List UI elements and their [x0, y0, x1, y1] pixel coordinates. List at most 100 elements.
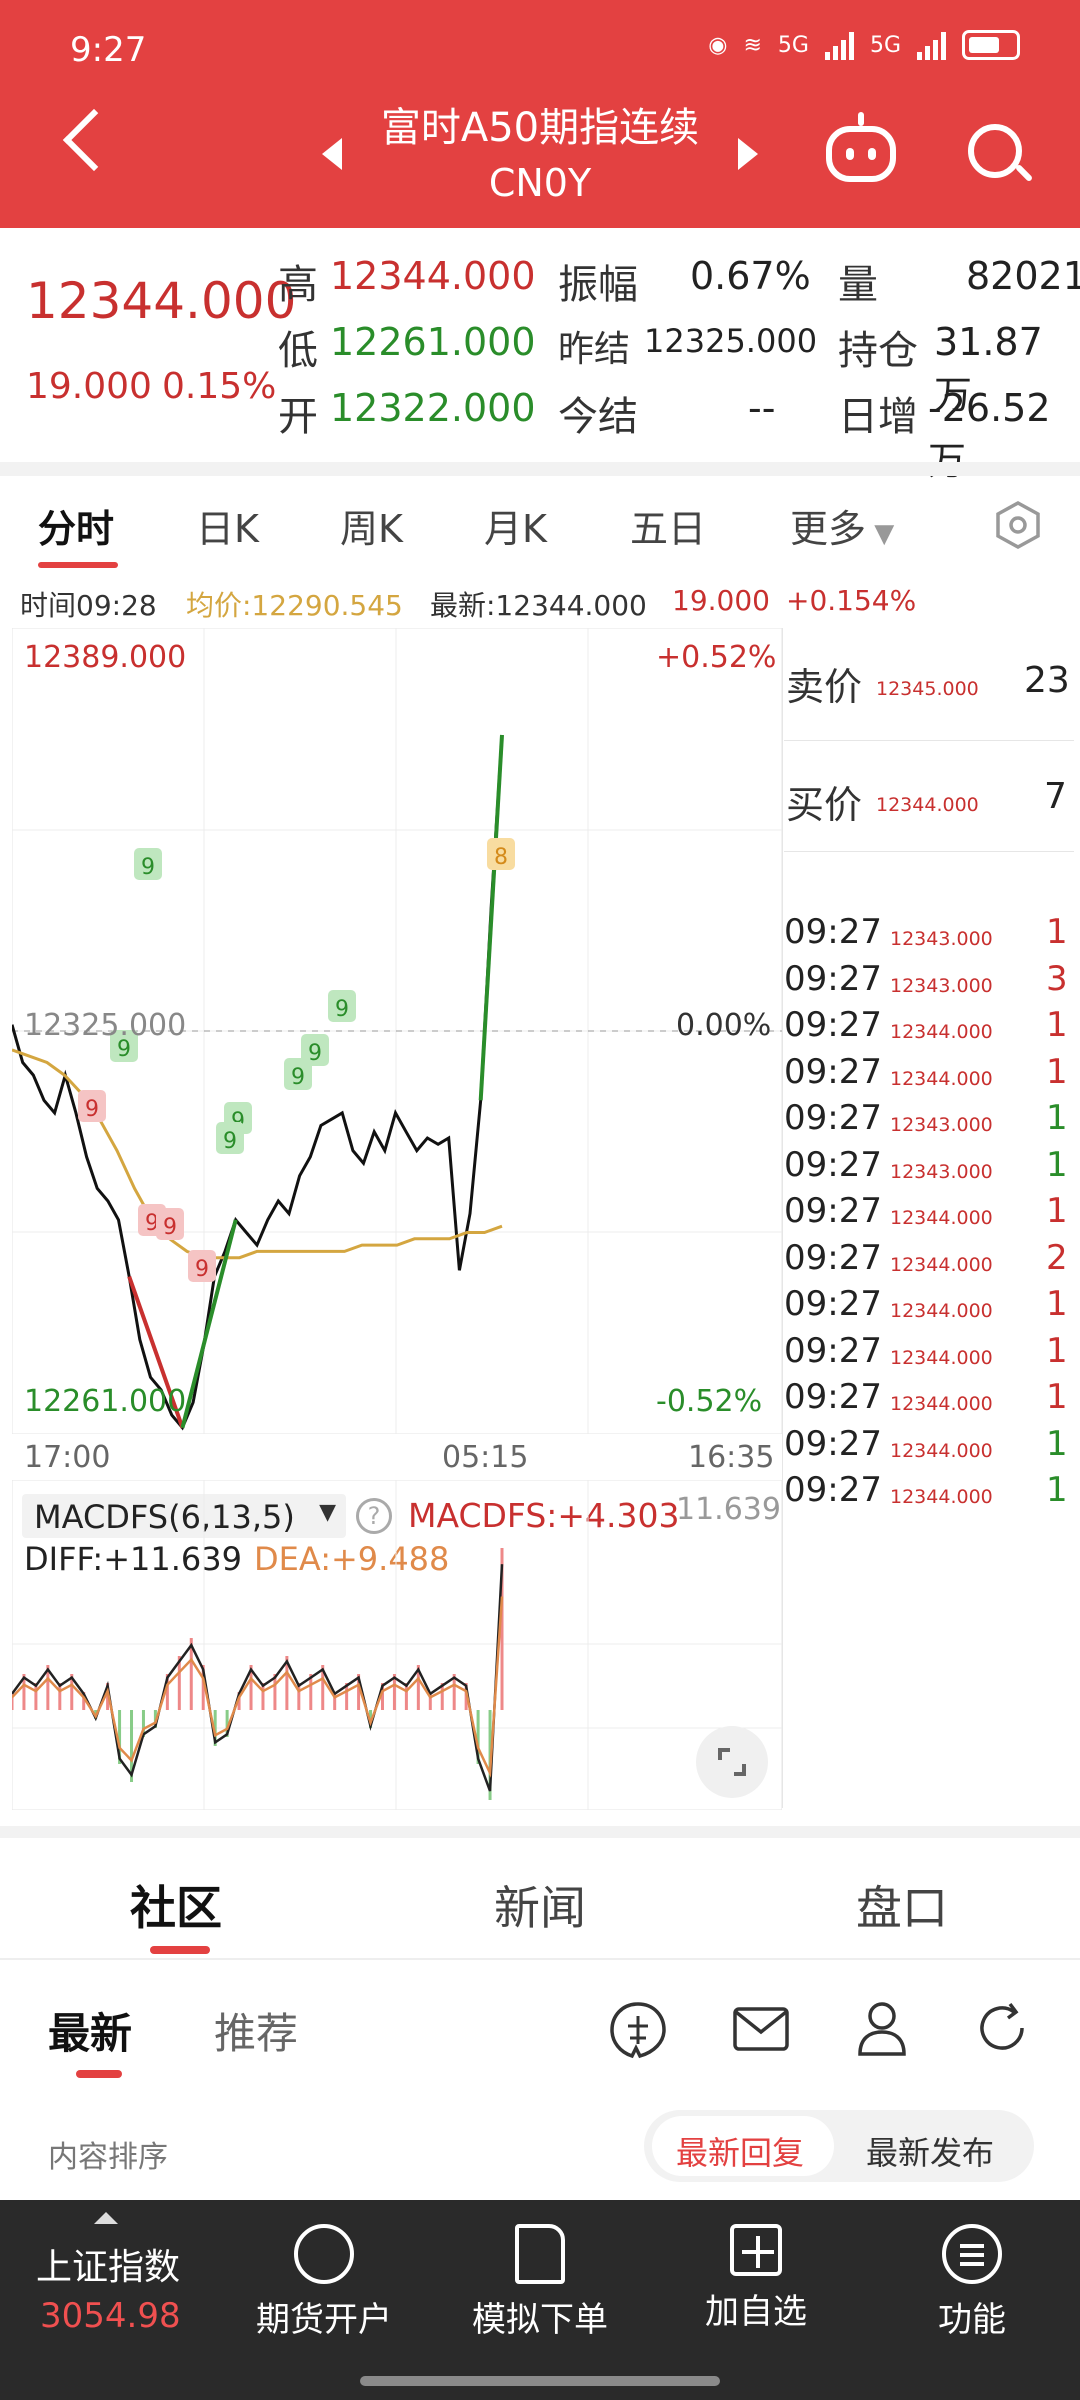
fullscreen-button[interactable] [696, 1726, 768, 1798]
document-icon [515, 2224, 565, 2284]
volume-value: 82021 [966, 254, 1080, 298]
add-watchlist-label: 加自选 [705, 2292, 807, 2332]
trade-price: 12344.000 [890, 1253, 993, 1276]
trade-price: 12344.000 [890, 1393, 993, 1415]
status-icons: ◉ ≋ 5G 5G [708, 30, 1020, 60]
tab-more-label: 更多 [790, 507, 867, 551]
futures-account-button[interactable]: 期货开户 [224, 2224, 424, 2341]
trade-qty: 1 [1046, 1470, 1068, 1510]
divider [0, 462, 1080, 476]
subtab-underline [76, 2070, 122, 2078]
td-badge: 9 [141, 855, 155, 880]
diff-line [12, 1564, 504, 1792]
open-value: 12322.000 [330, 386, 536, 430]
trade-price: 12344.000 [890, 1021, 993, 1043]
trade-price: 12344.000 [890, 1067, 993, 1090]
simulated-order-button[interactable]: 模拟下单 [440, 2224, 640, 2341]
trade-time: 09:27 [784, 958, 882, 999]
trade-qty: 1 [1046, 1423, 1068, 1464]
ask-label: 卖价 [786, 665, 863, 709]
amplitude-value: 0.67% [690, 254, 811, 298]
price-line [12, 734, 504, 1431]
amplitude-label: 振幅 [558, 262, 638, 308]
eye-icon: ◉ [708, 32, 728, 58]
x-axis-right-label: 16:35 [688, 1440, 775, 1475]
tab-daily-k[interactable]: 日K [196, 498, 259, 553]
trade-price: 12343.000 [890, 928, 993, 950]
trade-price: 12344.000 [890, 1300, 993, 1322]
tab-weekly-k[interactable]: 周K [340, 498, 403, 553]
menu-icon [942, 2224, 1002, 2284]
trade-qty: 1 [1046, 1144, 1068, 1185]
trade-price: 12344.000 [890, 1439, 993, 1462]
tab-latest[interactable]: 最新 [48, 2000, 132, 2061]
robot-assistant-icon[interactable] [826, 112, 896, 182]
sort-latest-post[interactable]: 最新发布 [866, 2128, 994, 2174]
td-badge: 9 [335, 997, 349, 1022]
trade-time: 09:27 [784, 1051, 882, 1092]
high-label: 高 [278, 262, 318, 308]
trade-qty: 1 [1046, 1284, 1068, 1324]
futures-account-label: 期货开户 [256, 2300, 392, 2340]
tab-intraday[interactable]: 分时 [38, 498, 114, 553]
trade-price: 12343.000 [890, 1114, 993, 1136]
index-name[interactable]: 上证指数 [36, 2238, 180, 2290]
add-watchlist-button[interactable]: 加自选 [656, 2224, 856, 2333]
tab-news[interactable]: 新闻 [494, 1872, 586, 1938]
low-value: 12261.000 [330, 320, 536, 364]
tab-underline [38, 562, 118, 568]
home-indicator[interactable] [360, 2376, 720, 2386]
trade-time: 09:27 [784, 1098, 882, 1138]
signal-icon [824, 30, 854, 60]
caret-up-icon[interactable] [94, 2212, 118, 2224]
trade-price: 12344.000 [890, 1346, 993, 1369]
macd-chart[interactable] [12, 1480, 782, 1810]
bid-label: 买价 [786, 783, 863, 827]
tab-recommended[interactable]: 推荐 [214, 2000, 298, 2061]
trade-qty: 1 [1046, 1377, 1068, 1417]
search-icon[interactable] [968, 124, 1022, 178]
change-readout: 19.000 [672, 584, 770, 617]
functions-button[interactable]: 功能 [872, 2224, 1072, 2341]
td-badge: 9 [163, 1215, 177, 1240]
y-axis-top-label: 12389.000 [24, 640, 187, 675]
page-title: 富时A50期指连续 [380, 105, 700, 151]
caret-down-icon: ▼ [866, 519, 895, 549]
trade-time: 09:27 [784, 1377, 882, 1417]
trade-time: 09:27 [784, 1470, 882, 1510]
refresh-icon[interactable] [974, 2000, 1030, 2056]
post-icon[interactable] [606, 1998, 670, 2062]
tab-underline [150, 1946, 210, 1954]
tab-more[interactable]: 更多 ▼ [790, 498, 894, 553]
change-percent: 0.15% [162, 366, 277, 407]
trade-time: 09:27 [784, 1144, 882, 1185]
tab-order-book[interactable]: 盘口 [856, 1872, 948, 1938]
trade-price: 12343.000 [890, 1160, 993, 1183]
ask-price: 12345.000 [876, 678, 979, 700]
user-icon[interactable] [854, 1998, 910, 2058]
expand-icon [718, 1748, 746, 1776]
functions-label: 功能 [938, 2300, 1006, 2340]
trade-time: 09:27 [784, 1005, 882, 1045]
y-axis-mid-pct: 0.00% [676, 1008, 772, 1043]
y-axis-mid-label: 12325.000 [24, 1008, 187, 1043]
td-badge: 9 [195, 1257, 209, 1282]
tab-five-day[interactable]: 五日 [630, 498, 706, 553]
network-label-1: 5G [777, 32, 809, 58]
low-label: 低 [278, 328, 318, 374]
sort-latest-reply[interactable]: 最新回复 [676, 2128, 804, 2174]
signal-icon-2 [917, 30, 946, 60]
trade-price: 12344.000 [890, 1486, 993, 1508]
bid-qty: 7 [1044, 776, 1067, 817]
simulated-order-label: 模拟下单 [472, 2300, 608, 2340]
top-header: 9:27 ◉ ≋ 5G 5G 富时A50期指连续 CN0Y [0, 0, 1080, 228]
trade-qty: 3 [1046, 958, 1068, 999]
settings-hexagon-icon[interactable] [994, 500, 1042, 550]
tab-monthly-k[interactable]: 月K [484, 498, 547, 553]
trade-qty: 1 [1046, 1098, 1068, 1138]
trade-time: 09:27 [784, 1423, 882, 1464]
tab-community[interactable]: 社区 [130, 1872, 222, 1938]
trade-qty: 1 [1046, 1005, 1068, 1045]
mail-icon[interactable] [732, 2006, 790, 2052]
td-badge: 9 [291, 1065, 305, 1090]
